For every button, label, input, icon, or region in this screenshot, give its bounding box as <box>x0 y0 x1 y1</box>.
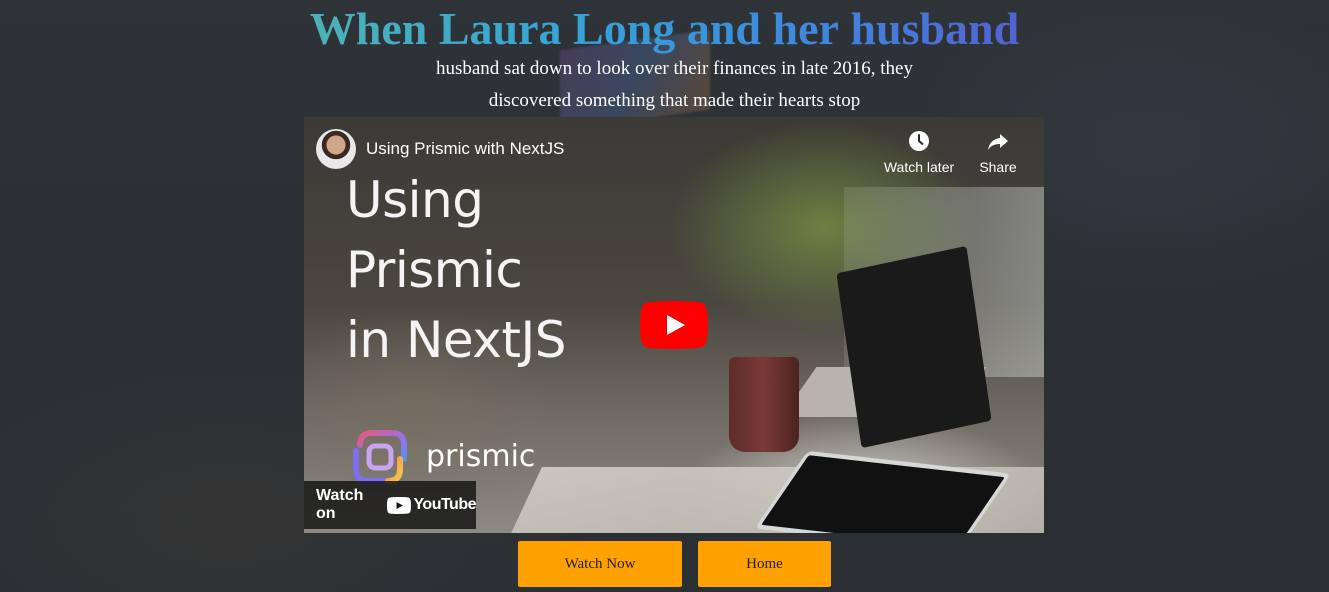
prismic-logo-icon <box>352 429 408 485</box>
watch-now-button[interactable]: Watch Now <box>518 541 682 587</box>
headline-word: Long <box>573 3 676 54</box>
subtitle-line-1: husband sat down to look over their fina… <box>435 58 913 79</box>
youtube-logo-icon <box>387 496 412 514</box>
youtube-wordmark: YouTube <box>413 496 476 513</box>
home-button[interactable]: Home <box>698 541 831 587</box>
headline-word: and <box>686 3 761 54</box>
watch-on-label: Watch on <box>316 487 364 522</box>
youtube-play-icon <box>640 301 708 349</box>
thumbnail-title: Using Prismic in NextJS <box>346 165 566 375</box>
share-label: Share <box>979 159 1017 175</box>
headline-word: When <box>309 3 428 54</box>
headline-word: her <box>772 3 839 54</box>
share-button[interactable]: Share <box>974 127 1022 175</box>
headline-word: husband <box>850 3 1020 54</box>
thumbnail-title-line: in NextJS <box>346 311 566 369</box>
thumbnail-mug <box>729 357 799 452</box>
thumbnail-laptop-screen <box>836 245 992 449</box>
channel-avatar[interactable] <box>316 129 356 169</box>
subtitle-line-2: discovered something that made their hea… <box>488 90 861 111</box>
thumbnail-title-line: Using <box>346 171 484 229</box>
headline: When Laura Long and her husband <box>0 2 1329 56</box>
share-arrow-icon <box>974 127 1022 155</box>
youtube-video-embed[interactable]: Using Prismic in NextJS Using Prismic wi… <box>304 117 1044 533</box>
headline-word: Laura <box>438 3 562 54</box>
video-title-link[interactable]: Using Prismic with NextJS <box>366 138 564 160</box>
watch-on-youtube-button[interactable]: Watch on YouTube <box>304 481 476 529</box>
play-button[interactable] <box>640 301 708 349</box>
thumbnail-title-line: Prismic <box>346 241 523 299</box>
thumbnail-tablet <box>754 450 1012 533</box>
watch-later-button[interactable]: Watch later <box>874 127 964 175</box>
watch-later-label: Watch later <box>883 159 955 175</box>
clock-icon <box>874 127 964 155</box>
prismic-brand-word: prismic <box>426 439 536 474</box>
youtube-logo: YouTube <box>387 496 476 514</box>
